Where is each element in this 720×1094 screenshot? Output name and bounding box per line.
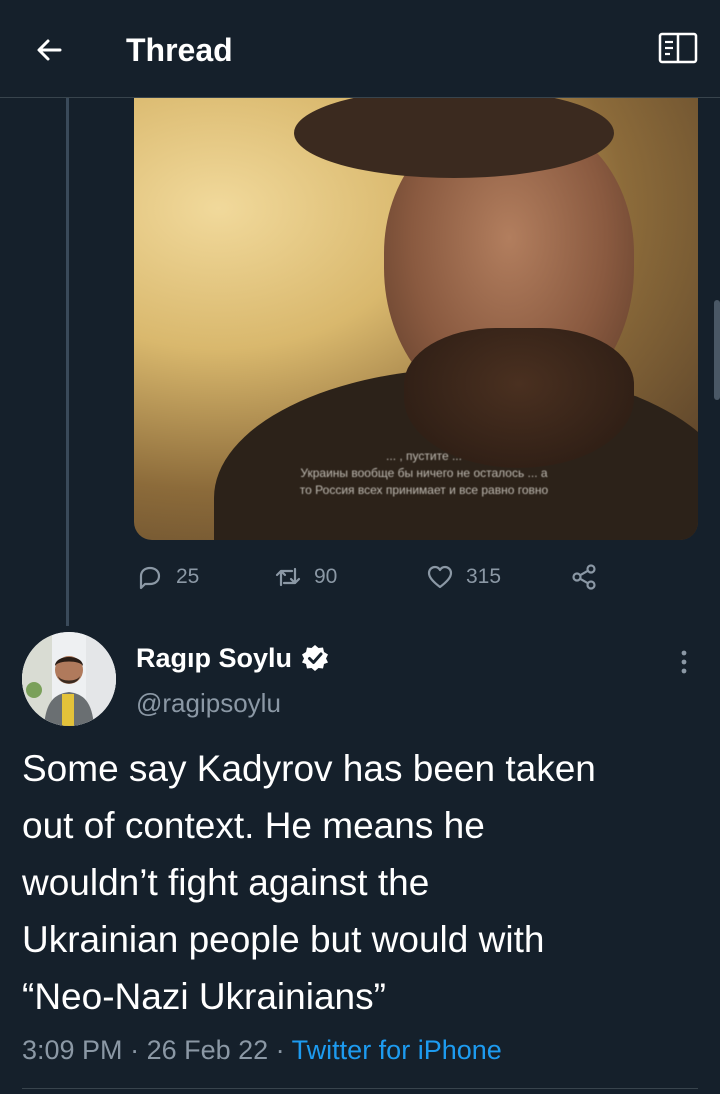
subtitle-line: ... , пустите ... (386, 449, 462, 463)
profile-photo (22, 632, 116, 726)
tweet-text: Some say Kadyrov has been taken out of c… (22, 748, 596, 1017)
retweet-icon (275, 567, 301, 587)
video-thumbnail[interactable]: ... , пустите ... Украины вообще бы ниче… (134, 98, 698, 540)
avatar[interactable] (22, 632, 116, 726)
verified-badge-icon (302, 645, 329, 671)
share-button[interactable] (570, 560, 598, 594)
meta-separator: · (122, 1035, 147, 1065)
heart-icon (427, 565, 453, 589)
share-icon (572, 564, 596, 590)
reply-button[interactable]: 25 (136, 560, 199, 594)
retweet-count: 90 (314, 565, 338, 588)
meta-separator: · (268, 1035, 292, 1065)
tweet-time: 3:09 PM (22, 1035, 123, 1065)
back-button[interactable] (30, 30, 70, 70)
author-name[interactable]: Ragıp Soylu (136, 642, 330, 674)
like-button[interactable]: 315 (426, 560, 501, 594)
tweet-date: 26 Feb 22 (146, 1035, 269, 1065)
arrow-left-icon (37, 39, 62, 61)
subtitle-line: Украины вообще бы ничего не осталось ...… (300, 466, 548, 480)
tweet-metadata: 3:09 PM · 26 Feb 22 · Twitter for iPhone (22, 1032, 502, 1068)
scrollbar[interactable] (714, 300, 720, 400)
open-book-icon (658, 32, 698, 64)
more-vertical-icon (681, 650, 687, 674)
tweet-source-link[interactable]: Twitter for iPhone (292, 1035, 502, 1065)
author-name-text: Ragıp Soylu (136, 643, 293, 673)
reply-count: 25 (176, 565, 200, 588)
like-count: 315 (466, 565, 502, 588)
author-handle[interactable]: @ragipsoylu (136, 688, 281, 718)
reader-mode-button[interactable] (658, 30, 698, 66)
top-bar: Thread (0, 0, 720, 98)
divider (22, 1088, 698, 1089)
video-subtitle: ... , пустите ... Украины вообще бы ниче… (174, 448, 674, 499)
tweet-action-bar: 25 90 315 (134, 560, 694, 594)
subtitle-line: то Россия всех принимает и все равно гов… (299, 483, 549, 497)
page-title: Thread (126, 32, 233, 68)
more-options-button[interactable] (674, 648, 694, 676)
person-beard-shape (404, 328, 634, 468)
reply-icon (139, 566, 161, 590)
thread-connector-line (66, 98, 69, 626)
retweet-button[interactable]: 90 (274, 560, 337, 594)
